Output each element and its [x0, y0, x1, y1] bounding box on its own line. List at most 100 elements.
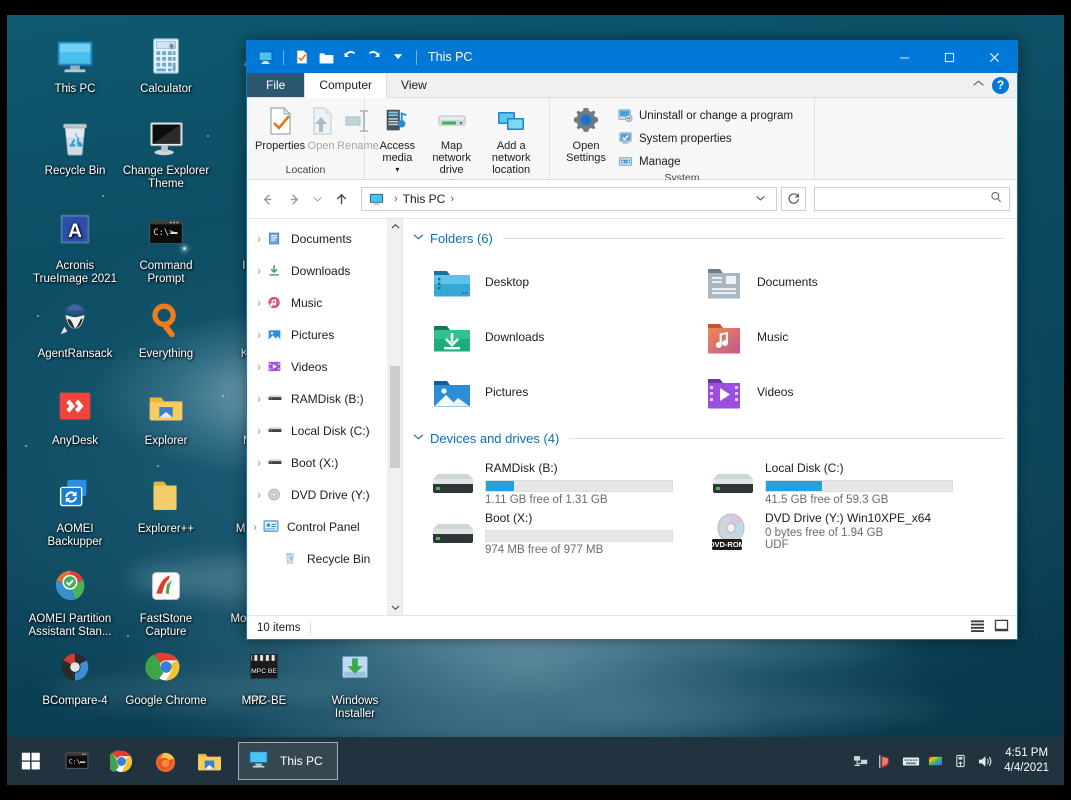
network-icon[interactable] — [848, 737, 873, 785]
folder-tile-pictures[interactable]: Pictures — [431, 364, 703, 419]
taskbar-chrome-icon[interactable] — [99, 737, 143, 785]
shield-flag-icon[interactable] — [873, 737, 898, 785]
search-box[interactable] — [814, 187, 1010, 211]
details-view-icon[interactable] — [970, 619, 985, 637]
search-icon[interactable] — [990, 191, 1003, 207]
tab-computer[interactable]: Computer — [304, 73, 388, 98]
nav-item-ramdisk-b[interactable]: › RAMDisk (B:) — [247, 383, 387, 415]
keyboard-tray-icon[interactable] — [898, 737, 923, 785]
scrollbar-thumb[interactable] — [390, 365, 400, 469]
chevron-right-icon[interactable]: › — [251, 426, 267, 437]
nav-item-dvd-drive-y[interactable]: › DVD Drive (Y:) — [247, 479, 387, 511]
chevron-down-icon[interactable] — [749, 194, 772, 204]
breadcrumb-separator[interactable]: › — [445, 193, 459, 205]
dropdown-caret[interactable]: ▾ — [395, 164, 399, 176]
taskbar-active-task-this-pc[interactable]: This PC — [238, 742, 338, 780]
desktop-icon-aomei-partition-assistant[interactable]: AOMEI Partition Assistant Stan... — [26, 563, 114, 639]
desktop-icon-google-chrome[interactable]: Google Chrome — [122, 645, 210, 708]
scrollbar-track[interactable] — [388, 234, 402, 600]
chevron-down-icon[interactable] — [413, 233, 424, 244]
desktop-icon-acronis-trueimage[interactable]: A Acronis TrueImage 2021 — [31, 210, 119, 286]
nav-item-local-disk-c[interactable]: › Local Disk (C:) — [247, 415, 387, 447]
chevron-right-icon[interactable]: › — [251, 266, 267, 277]
redo-icon[interactable] — [363, 46, 385, 68]
up-button[interactable] — [328, 186, 354, 212]
desktop-icon-this-pc[interactable]: This PC — [31, 33, 119, 96]
minimize-button[interactable] — [882, 41, 927, 73]
nav-item-control-panel[interactable]: › Control Panel — [247, 511, 387, 543]
desktop-icon-faststone-capture[interactable]: FastStone Capture — [122, 563, 210, 639]
access-media-button[interactable]: Access media ▾ — [373, 102, 422, 176]
add-network-location-button[interactable]: Add a network location — [481, 102, 541, 176]
group-header-devices[interactable]: Devices and drives (4) — [403, 427, 1017, 450]
nav-item-documents[interactable]: › Documents — [247, 223, 387, 255]
open-button[interactable]: Open — [305, 102, 337, 152]
system-properties-button[interactable]: System properties — [614, 128, 797, 149]
nav-item-videos[interactable]: › Videos — [247, 351, 387, 383]
chevron-right-icon[interactable]: › — [251, 362, 267, 373]
taskbar-clock[interactable]: 4:51 PM 4/4/2021 — [998, 746, 1058, 776]
open-settings-button[interactable]: Open Settings — [558, 102, 614, 164]
nav-item-pictures[interactable]: › Pictures — [247, 319, 387, 351]
desktop-icon-anydesk[interactable]: AnyDesk — [31, 385, 119, 448]
nav-item-recycle-bin[interactable]: › Recycle Bin — [247, 543, 387, 575]
this-pc-icon[interactable] — [254, 46, 276, 68]
nav-item-music[interactable]: › Music — [247, 287, 387, 319]
this-pc-icon[interactable] — [368, 192, 385, 207]
scroll-down-button[interactable] — [388, 600, 402, 615]
desktop-icon-everything[interactable]: Everything — [122, 298, 210, 361]
folder-tile-music[interactable]: Music — [703, 309, 975, 364]
nav-item-downloads[interactable]: › Downloads — [247, 255, 387, 287]
uninstall-program-button[interactable]: Uninstall or change a program — [614, 105, 797, 126]
taskbar-firefox-icon[interactable] — [143, 737, 187, 785]
help-button[interactable]: ? — [992, 76, 1009, 94]
new-folder-icon[interactable] — [315, 46, 337, 68]
desktop-icon-aomei-backupper[interactable]: AOMEI Backupper — [31, 473, 119, 549]
maximize-button[interactable] — [927, 41, 972, 73]
navigation-pane-scrollbar[interactable] — [387, 219, 402, 615]
file-list-pane[interactable]: Folders (6) Desktop Documents Downloads … — [403, 219, 1017, 615]
folder-tile-desktop[interactable]: Desktop — [431, 254, 703, 309]
tab-file[interactable]: File — [247, 73, 305, 97]
drive-tile-local-disk[interactable]: Local Disk (C:) 41.5 GB free of 59.3 GB — [711, 455, 991, 506]
refresh-button[interactable] — [781, 187, 806, 211]
chevron-right-icon[interactable]: › — [251, 330, 267, 341]
large-icons-view-icon[interactable] — [994, 619, 1009, 637]
scroll-up-button[interactable] — [388, 219, 402, 234]
desktop-icon-bcompare[interactable]: BCompare-4 — [31, 645, 119, 708]
usb-eject-icon[interactable] — [948, 737, 973, 785]
display-color-icon[interactable] — [923, 737, 948, 785]
drive-tile-ramdisk[interactable]: RAMDisk (B:) 1.11 GB free of 1.31 GB — [431, 455, 711, 506]
chevron-down-icon[interactable] — [413, 433, 424, 444]
tab-view[interactable]: View — [387, 73, 441, 97]
window-title-bar[interactable]: This PC — [247, 41, 1017, 73]
folder-tile-downloads[interactable]: Downloads — [431, 309, 703, 364]
back-button[interactable] — [254, 186, 280, 212]
desktop-icon-change-explorer-theme[interactable]: Change Explorer Theme — [122, 115, 210, 191]
search-input[interactable] — [821, 191, 990, 207]
chevron-right-icon[interactable]: › — [251, 298, 267, 309]
breadcrumb-item-this-pc[interactable]: This PC — [403, 192, 446, 206]
taskbar-command-prompt-icon[interactable]: C:\ — [55, 737, 99, 785]
forward-button[interactable] — [281, 186, 307, 212]
desktop-icon-command-prompt[interactable]: C:\> Command Prompt — [122, 210, 210, 286]
folder-tile-documents[interactable]: Documents — [703, 254, 975, 309]
nav-item-boot-x[interactable]: › Boot (X:) — [247, 447, 387, 479]
chevron-right-icon[interactable]: › — [247, 522, 263, 533]
manage-button[interactable]: Manage — [614, 151, 797, 172]
undo-icon[interactable] — [339, 46, 361, 68]
desktop-icon-explorer-plus-plus[interactable]: Explorer++ — [122, 473, 210, 536]
customize-qat-icon[interactable] — [387, 46, 409, 68]
volume-icon[interactable] — [973, 737, 998, 785]
drive-tile-dvd[interactable]: DVD-ROM DVD Drive (Y:) Win10XPE_x64 0 by… — [709, 505, 991, 555]
map-network-drive-button[interactable]: Map network drive ▾ — [422, 102, 482, 188]
desktop-icon-agentransack[interactable]: AgentRansack — [31, 298, 119, 361]
chevron-right-icon[interactable]: › — [251, 234, 267, 245]
desktop-icon-calculator[interactable]: 0 Calculator — [122, 33, 210, 96]
taskbar-file-explorer-icon[interactable] — [187, 737, 231, 785]
chevron-up-icon[interactable] — [972, 79, 985, 91]
drive-tile-boot[interactable]: Boot (X:) 974 MB free of 977 MB — [431, 505, 711, 556]
chevron-right-icon[interactable]: › — [251, 394, 267, 405]
desktop-icon-recycle-bin[interactable]: Recycle Bin — [31, 115, 119, 178]
chevron-right-icon[interactable]: › — [251, 458, 267, 469]
